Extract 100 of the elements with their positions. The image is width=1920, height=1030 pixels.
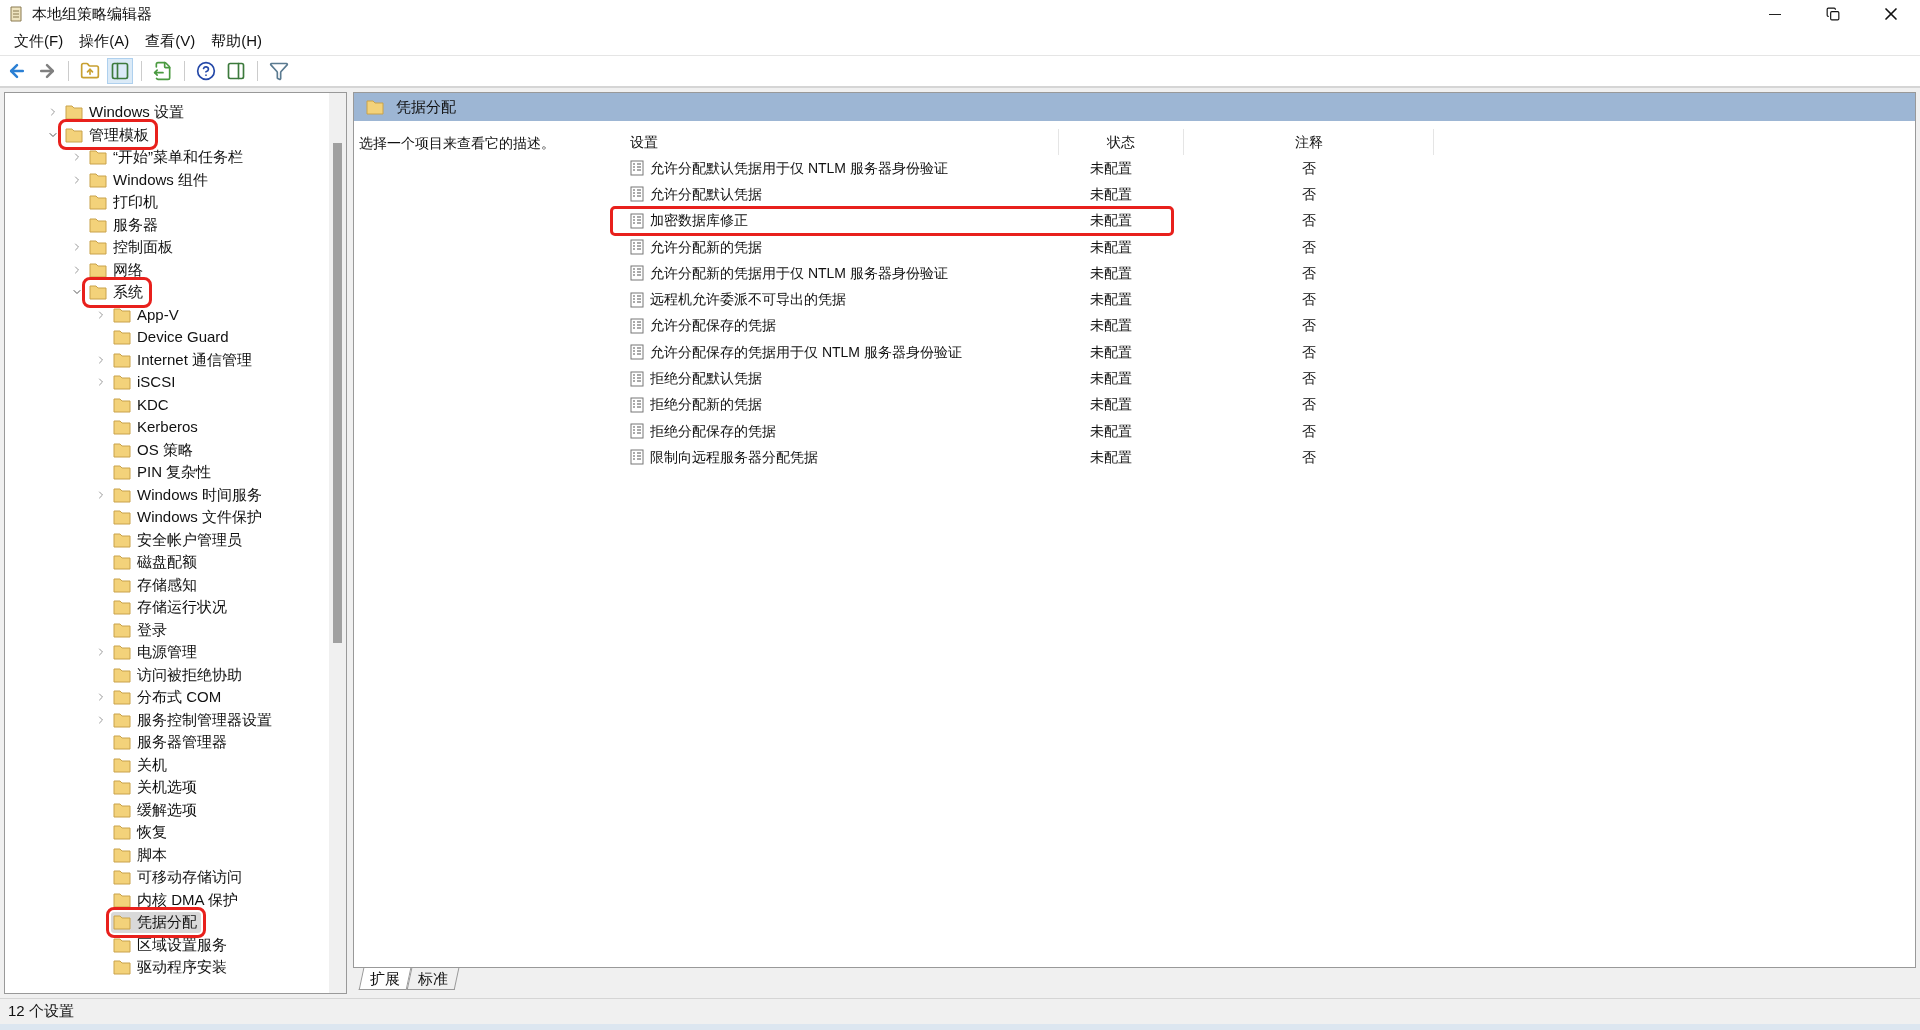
tree-item[interactable]: 管理模板 xyxy=(63,124,153,146)
view-tab[interactable]: 标准 xyxy=(406,968,460,990)
tree-item[interactable]: 分布式 COM xyxy=(111,686,226,708)
tree-item[interactable]: Kerberos xyxy=(111,416,202,438)
comment-cell-text: 否 xyxy=(1301,263,1317,283)
tree-item[interactable]: App-V xyxy=(111,304,183,326)
comment-cell-text: 否 xyxy=(1301,184,1317,204)
table-row[interactable]: 允许分配保存的凭据用于仅 NTLM 服务器身份验证 未配置 xyxy=(612,339,1172,366)
table-row[interactable]: 允许分配新的凭据 未配置 xyxy=(612,233,1172,261)
column-header[interactable]: 状态 xyxy=(1059,129,1184,155)
tree-item[interactable]: 脚本 xyxy=(111,844,171,866)
folder-up-icon xyxy=(80,61,100,81)
tree-item[interactable]: 存储运行状况 xyxy=(111,596,231,618)
toolbar-button[interactable] xyxy=(107,58,133,84)
state-cell-text: 未配置 xyxy=(1088,369,1133,388)
table-row[interactable]: 允许分配默认凭据用于仅 NTLM 服务器身份验证 未配置 xyxy=(612,155,1172,182)
menu-item[interactable]: 操作(A) xyxy=(73,30,136,53)
policy-icon xyxy=(630,212,644,229)
tree-item[interactable]: 网络 xyxy=(87,259,147,281)
tree-item[interactable]: KDC xyxy=(111,394,173,416)
tree-item[interactable]: 关机选项 xyxy=(111,776,201,798)
tree-item[interactable]: 区域设置服务 xyxy=(111,934,231,956)
tree-item[interactable]: 可移动存储访问 xyxy=(111,866,246,888)
folder-icon xyxy=(366,99,384,115)
state-cell-text: 未配置 xyxy=(1088,421,1133,441)
folder-icon xyxy=(89,239,107,256)
tree-item[interactable]: 安全帐户管理员 xyxy=(111,529,246,551)
folder-icon xyxy=(89,194,107,211)
tree-item[interactable]: 服务器 xyxy=(87,214,162,236)
tree-item[interactable]: “开始”菜单和任务栏 xyxy=(87,146,247,168)
window-title: 本地组策略编辑器 xyxy=(32,3,152,24)
folder-icon xyxy=(113,959,131,976)
header-title: 凭据分配 xyxy=(396,96,456,117)
tree-item[interactable]: Windows 时间服务 xyxy=(111,484,267,506)
policy-icon xyxy=(630,344,644,361)
menu-item[interactable]: 文件(F) xyxy=(8,30,70,53)
tree-item[interactable]: 系统 xyxy=(87,281,147,303)
setting-name: 允许分配保存的凭据 xyxy=(650,316,776,336)
table-row[interactable]: 允许分配默认凭据 未配置 xyxy=(612,181,1172,208)
policy-icon xyxy=(630,317,644,334)
state-cell-text: 未配置 xyxy=(1088,342,1133,362)
folder-icon xyxy=(113,441,131,458)
state-cell-text: 未配置 xyxy=(1088,263,1133,283)
table-row[interactable]: 允许分配新的凭据用于仅 NTLM 服务器身份验证 未配置 xyxy=(612,260,1172,287)
tree-item[interactable]: 恢复 xyxy=(111,821,171,843)
pane-icon xyxy=(110,61,130,81)
tree-item[interactable]: 关机 xyxy=(111,754,171,776)
setting-name: 拒绝分配保存的凭据 xyxy=(650,421,776,441)
tree-item[interactable]: 控制面板 xyxy=(87,236,177,258)
comment-cell-text: 否 xyxy=(1301,237,1317,257)
folder-icon xyxy=(113,554,131,571)
folder-icon xyxy=(113,711,131,728)
comment-cell-text: 否 xyxy=(1301,395,1317,415)
setting-name: 允许分配保存的凭据用于仅 NTLM 服务器身份验证 xyxy=(650,342,962,362)
state-cell-text: 未配置 xyxy=(1088,290,1133,310)
policy-icon xyxy=(630,265,644,282)
folder-icon xyxy=(113,801,131,818)
tree-item[interactable]: Windows 设置 xyxy=(63,101,189,123)
view-tab[interactable]: 扩展 xyxy=(358,968,412,990)
tree-item[interactable]: Internet 通信管理 xyxy=(111,349,257,371)
comment-cell-text: 否 xyxy=(1301,158,1317,178)
scrollbar[interactable] xyxy=(329,93,346,993)
tree-item[interactable]: 存储感知 xyxy=(111,574,201,596)
tree-item[interactable]: Windows 组件 xyxy=(87,169,213,191)
tree-item[interactable]: 访问被拒绝协助 xyxy=(111,664,246,686)
menu-item[interactable]: 查看(V) xyxy=(139,30,202,53)
state-cell-text: 未配置 xyxy=(1088,447,1133,467)
tree-item[interactable]: 驱动程序安装 xyxy=(111,956,231,978)
table-row[interactable]: 远程机允许委派不可导出的凭据 未配置 xyxy=(612,286,1172,313)
tree-item[interactable]: 缓解选项 xyxy=(111,799,201,821)
minimize-icon xyxy=(1769,13,1781,15)
tree-item[interactable]: Device Guard xyxy=(111,326,233,348)
policy-icon xyxy=(630,449,644,466)
table-row[interactable]: 加密数据库修正 未配置 xyxy=(612,207,1172,234)
setting-name: 限制向远程服务器分配凭据 xyxy=(650,447,818,467)
tree-item[interactable]: PIN 复杂性 xyxy=(111,461,216,483)
table-row[interactable]: 拒绝分配默认凭据 未配置 xyxy=(612,365,1172,392)
tree-item[interactable]: 磁盘配额 xyxy=(111,551,201,573)
menu-item[interactable]: 帮助(H) xyxy=(205,30,268,53)
table-row[interactable]: 拒绝分配新的凭据 未配置 xyxy=(612,391,1172,418)
tree-item[interactable]: 电源管理 xyxy=(111,641,201,663)
tree-item[interactable]: iSCSI xyxy=(111,371,180,393)
tree-item[interactable]: 登录 xyxy=(111,619,171,641)
tree-item[interactable]: OS 策略 xyxy=(111,439,197,461)
folder-icon xyxy=(113,756,131,773)
folder-icon xyxy=(113,531,131,548)
table-row[interactable]: 拒绝分配保存的凭据 未配置 xyxy=(612,417,1172,445)
tree-item[interactable]: 服务控制管理器设置 xyxy=(111,709,276,731)
tree-item[interactable]: Windows 文件保护 xyxy=(111,506,267,528)
table-row[interactable]: 允许分配保存的凭据 未配置 xyxy=(612,312,1172,340)
table-row[interactable]: 限制向远程服务器分配凭据 未配置 xyxy=(612,444,1172,471)
column-header[interactable]: 设置 xyxy=(612,129,1059,155)
column-header[interactable]: 注释 xyxy=(1184,129,1434,155)
tree-item[interactable]: 内核 DMA 保护 xyxy=(111,889,242,911)
folder-icon xyxy=(89,171,107,188)
tree-item[interactable]: 打印机 xyxy=(87,191,162,213)
tree-item[interactable]: 服务器管理器 xyxy=(111,731,231,753)
state-cell-text: 未配置 xyxy=(1088,211,1133,231)
folder-icon xyxy=(113,914,131,931)
state-cell-text: 未配置 xyxy=(1088,395,1133,415)
